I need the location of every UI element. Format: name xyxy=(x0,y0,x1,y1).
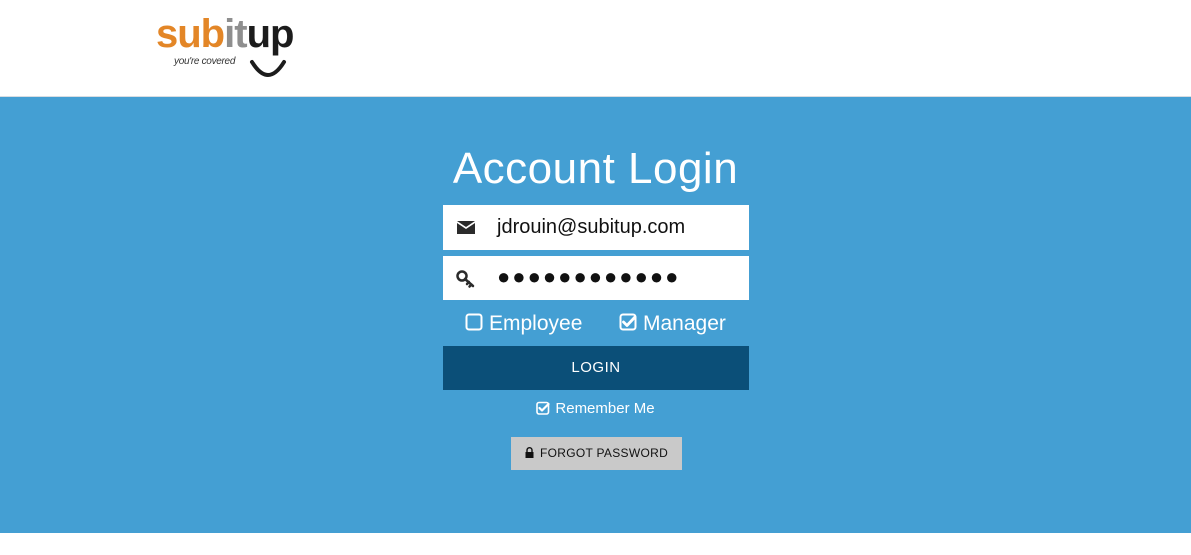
header: subitup you're covered xyxy=(0,0,1191,97)
lock-icon xyxy=(525,446,534,458)
password-value: ●●●●●●●●●●●● xyxy=(497,264,681,289)
forgot-password-button[interactable]: FORGOT PASSWORD xyxy=(511,437,682,470)
logo-wordmark: subitup xyxy=(156,12,294,56)
remember-me-checkbox[interactable]: Remember Me xyxy=(0,399,1191,419)
manager-checkbox[interactable]: Manager xyxy=(619,309,726,339)
forgot-password-label: FORGOT PASSWORD xyxy=(539,446,669,460)
key-icon xyxy=(456,270,475,288)
unchecked-box-icon xyxy=(465,313,483,331)
password-field[interactable]: ●●●●●●●●●●●● xyxy=(443,256,749,300)
email-field[interactable]: jdrouin@subitup.com xyxy=(443,205,749,250)
role-selector: Employee Manager xyxy=(0,309,1191,339)
envelope-icon xyxy=(457,221,475,234)
manager-label: Manager xyxy=(643,312,726,335)
smile-icon xyxy=(250,60,286,77)
login-button[interactable]: LOGIN xyxy=(443,346,749,390)
employee-checkbox[interactable]: Employee xyxy=(465,309,582,339)
checked-box-icon xyxy=(536,401,550,415)
subitup-logo[interactable]: subitup you're covered xyxy=(156,14,296,86)
page-title: Account Login xyxy=(452,144,739,193)
email-value: jdrouin@subitup.com xyxy=(497,216,686,238)
login-panel: Account Login jdrouin@subitup.com ●●●●●●… xyxy=(0,97,1191,533)
remember-me-label: Remember Me xyxy=(555,400,655,417)
employee-label: Employee xyxy=(489,312,583,335)
footer-strip xyxy=(0,533,1191,555)
logo-tagline: you're covered xyxy=(174,56,236,67)
checked-box-icon xyxy=(619,313,637,331)
